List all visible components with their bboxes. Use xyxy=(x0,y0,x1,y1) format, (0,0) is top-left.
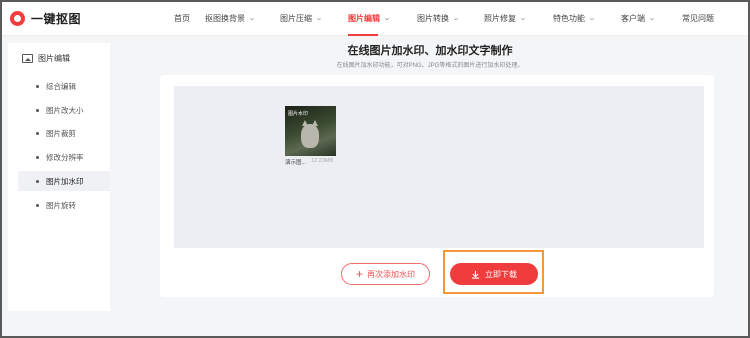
nav-item-cutout[interactable]: 抠图换背景 ⌄ xyxy=(205,11,257,25)
sidebar-header: 图片编辑 xyxy=(22,53,70,64)
nav-item-faq[interactable]: 常见问题 xyxy=(682,11,714,25)
nav-item-client[interactable]: 客户端 ⌄ xyxy=(621,11,657,25)
watermark-text: 图片水印 xyxy=(288,111,309,117)
bullet-icon xyxy=(36,179,39,183)
sidebar-item-watermark[interactable]: 图片加水印 xyxy=(18,171,110,191)
page-subtitle: 在线图片加水印功能，可对PNG、JPG等格式的图片进行加水印处理。 xyxy=(336,63,524,69)
nav-item-home[interactable]: 首页 xyxy=(174,11,190,25)
main-nav: 首页 抠图换背景 ⌄ 图片压缩 ⌄ 图片编辑 ⌄ 图片转换 ⌄ 照片修复 ⌄ 特色功能 ⌄ … xyxy=(150,0,750,36)
logo[interactable]: 一键抠图 xyxy=(10,10,81,27)
chevron-down-icon: ⌄ xyxy=(647,15,657,22)
bullet-icon xyxy=(36,131,39,135)
logo-icon xyxy=(10,11,25,26)
download-button[interactable]: 立即下载 xyxy=(450,263,538,285)
bullet-icon xyxy=(36,84,39,88)
sidebar-item-comprehensive-edit[interactable]: 综合编辑 xyxy=(18,76,110,96)
top-header: 一键抠图 首页 抠图换背景 ⌄ 图片压缩 ⌄ 图片编辑 ⌄ 图片转换 ⌄ 照片修复 ⌄ 特… xyxy=(0,0,750,36)
cat-photo xyxy=(301,120,319,148)
nav-item-compress[interactable]: 图片压缩 ⌄ xyxy=(280,11,324,25)
chevron-down-icon: ⌄ xyxy=(518,15,528,22)
plus-icon: + xyxy=(355,267,363,281)
file-size: 12.23MB xyxy=(311,158,334,164)
sidebar-title: 图片编辑 xyxy=(38,54,70,63)
bullet-icon xyxy=(36,108,39,112)
chevron-down-icon: ⌄ xyxy=(247,15,257,22)
download-icon xyxy=(471,270,480,279)
sidebar: 图片编辑 综合编辑 图片改大小 图片裁剪 修改分辨率 图片加水印 图片旋转 xyxy=(8,43,110,311)
file-name: 演示图... xyxy=(285,160,307,166)
sidebar-item-resize[interactable]: 图片改大小 xyxy=(18,100,110,120)
sidebar-item-rotate[interactable]: 图片旋转 xyxy=(18,195,110,215)
nav-item-edit[interactable]: 图片编辑 ⌄ xyxy=(348,11,392,36)
app-name: 一键抠图 xyxy=(31,12,82,26)
image-edit-icon xyxy=(22,54,33,63)
chevron-down-icon: ⌄ xyxy=(451,15,461,22)
nav-item-features[interactable]: 特色功能 ⌄ xyxy=(553,11,597,25)
chevron-down-icon: ⌄ xyxy=(587,15,597,22)
page-title: 在线图片加水印、加水印文字制作 xyxy=(347,45,513,57)
chevron-down-icon: ⌄ xyxy=(382,15,392,22)
bullet-icon xyxy=(36,155,39,159)
image-dropzone[interactable] xyxy=(174,86,704,248)
nav-item-convert[interactable]: 图片转换 ⌄ xyxy=(417,11,461,25)
sidebar-item-resolution[interactable]: 修改分辨率 xyxy=(18,147,110,167)
bullet-icon xyxy=(36,203,39,207)
chevron-down-icon: ⌄ xyxy=(314,15,324,22)
sidebar-item-crop[interactable]: 图片裁剪 xyxy=(18,123,110,143)
add-watermark-again-button[interactable]: + 再次添加水印 xyxy=(341,263,430,285)
nav-item-repair[interactable]: 照片修复 ⌄ xyxy=(484,11,528,25)
image-thumbnail[interactable]: 图片水印 xyxy=(285,106,336,156)
